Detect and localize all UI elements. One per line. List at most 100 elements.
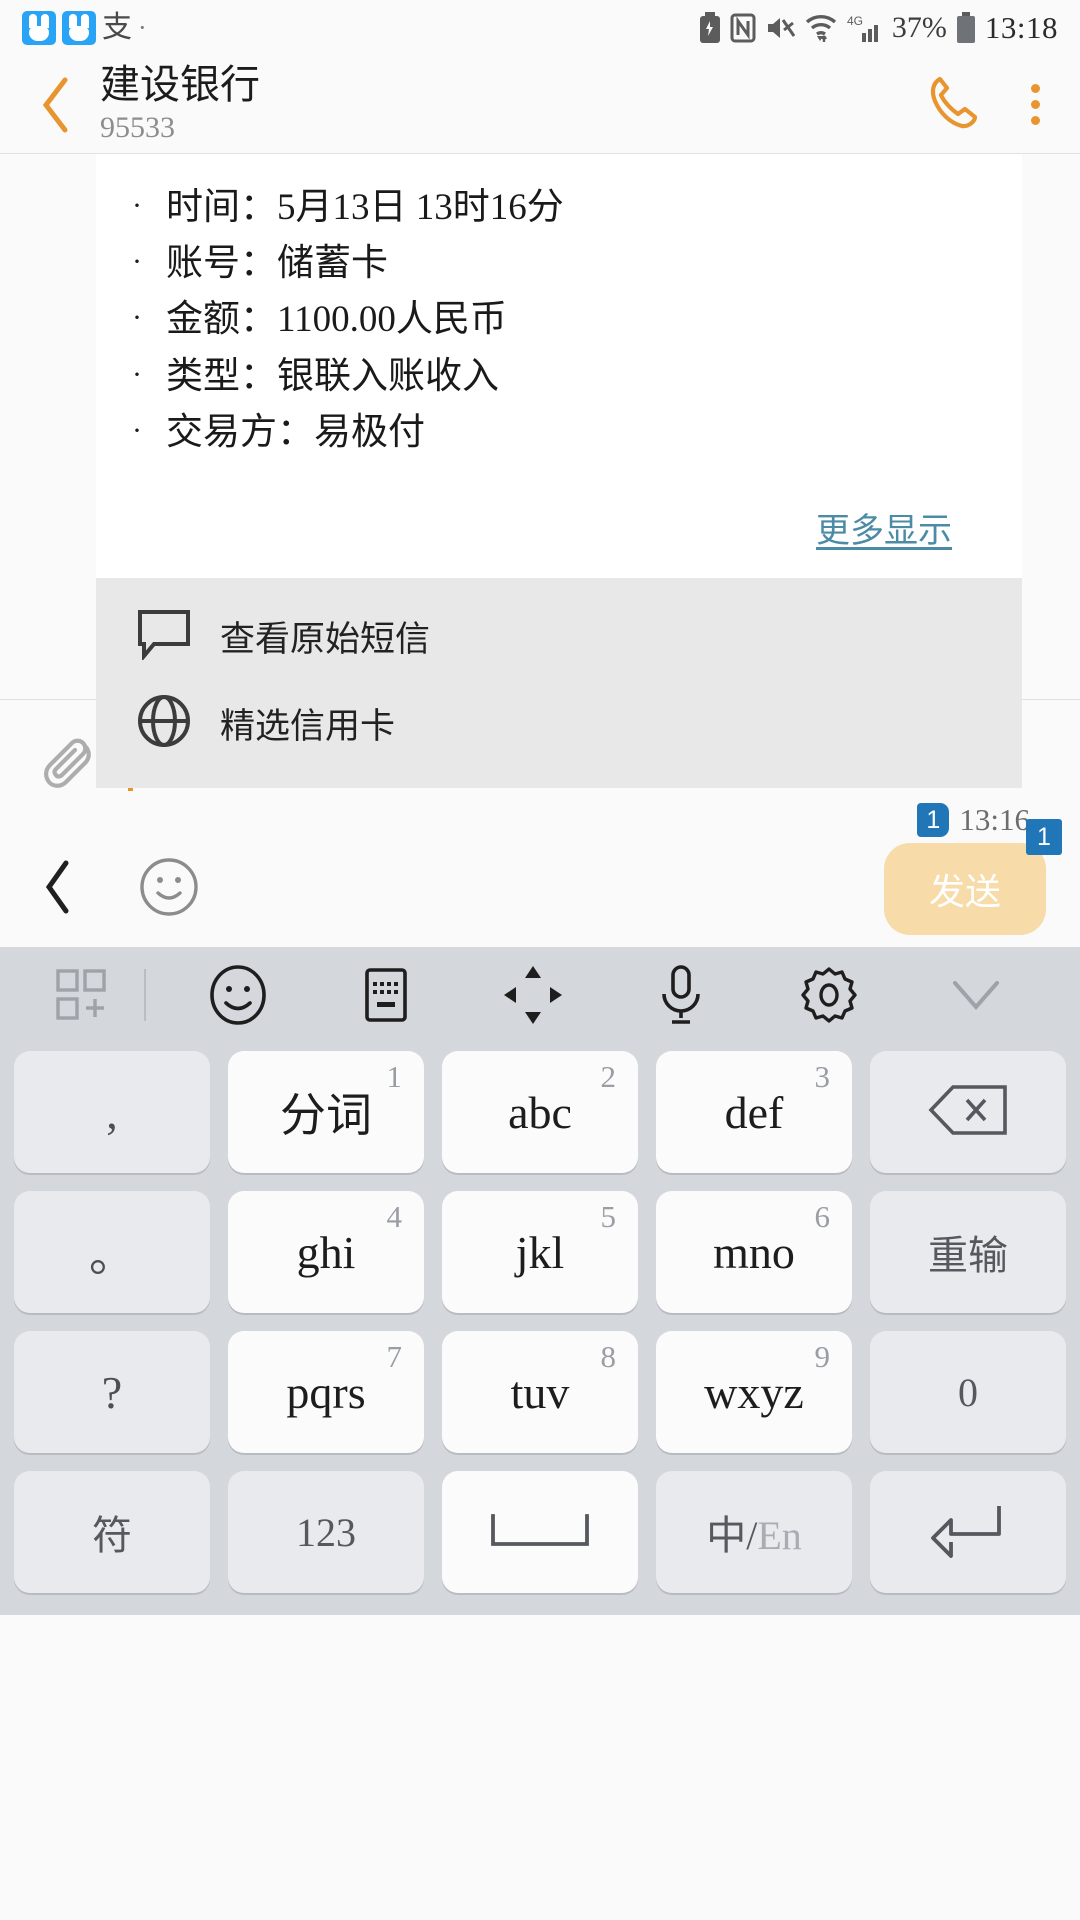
toolbar-divider (144, 969, 146, 1021)
key-label: 123 (296, 1509, 356, 1555)
key-superscript: 7 (386, 1339, 403, 1374)
gear-icon[interactable] (755, 963, 903, 1027)
retype-key[interactable]: 重输 (870, 1191, 1066, 1313)
header-actions (923, 73, 1054, 136)
page-subtitle: 95533 (100, 110, 175, 144)
key-superscript: 5 (600, 1199, 617, 1234)
zero-key[interactable]: 0 (870, 1331, 1066, 1453)
enter-key[interactable] (870, 1471, 1066, 1593)
clock-label: 13:18 (984, 10, 1058, 45)
message-bubble: · 时间：5月13日 13时16分 · 账号：储蓄卡 · 金额：1100.00人… (96, 154, 1022, 789)
action-featured-credit-card[interactable]: 精选信用卡 (96, 679, 1022, 768)
keypad: , 1 分词 2 abc 3 def 。 4 ghi 5 jkl 6 mno 重… (0, 1043, 1080, 1615)
key-label: tuv (510, 1366, 570, 1418)
space-key[interactable] (442, 1471, 638, 1593)
svg-text:4G: 4G (847, 14, 863, 28)
keyboard: , 1 分词 2 abc 3 def 。 4 ghi 5 jkl 6 mno 重… (0, 947, 1080, 1615)
dpad-arrows-icon[interactable] (459, 962, 607, 1028)
show-more-link[interactable]: 更多显示 (816, 513, 952, 550)
lang-key[interactable]: 中/En (656, 1471, 852, 1593)
collapse-panel-button[interactable] (42, 859, 76, 920)
microphone-icon[interactable] (607, 962, 755, 1028)
key-superscript: 3 (814, 1059, 831, 1094)
smiley-icon[interactable] (164, 963, 312, 1027)
key-label: , (106, 1086, 118, 1138)
grid-add-icon[interactable] (30, 968, 134, 1022)
battery-saver-icon (699, 12, 721, 44)
send-sim-badge: 1 (1026, 819, 1062, 855)
notification-square-icon (62, 11, 96, 45)
nfc-icon (730, 13, 756, 43)
bullet-icon: · (132, 245, 142, 279)
mute-icon (765, 14, 795, 42)
signal-4g-icon: 4G (847, 13, 883, 43)
key-label: pqrs (286, 1366, 366, 1418)
list-item: · 交易方：易极付 (132, 405, 986, 461)
keypad-row: , 1 分词 2 abc 3 def (14, 1051, 1066, 1173)
fenci-key[interactable]: 1 分词 (228, 1051, 424, 1173)
key-label: 0 (958, 1369, 978, 1415)
keypad-row: 。 4 ghi 5 jkl 6 mno 重输 (14, 1191, 1066, 1313)
page-title: 建设银行 (100, 62, 260, 108)
jkl-key[interactable]: 5 jkl (442, 1191, 638, 1313)
comma-key[interactable]: , (14, 1051, 210, 1173)
keyboard-icon[interactable] (312, 964, 460, 1026)
wifi-icon (804, 13, 838, 43)
chevron-down-icon[interactable] (902, 975, 1050, 1015)
compose-toolbar-row: 发送 1 (0, 819, 1080, 947)
status-bar-left: 支 · (22, 11, 147, 45)
phone-icon[interactable] (923, 73, 981, 136)
wxyz-key[interactable]: 9 wxyz (656, 1331, 852, 1453)
question-key[interactable]: ? (14, 1331, 210, 1453)
pqrs-key[interactable]: 7 pqrs (228, 1331, 424, 1453)
backspace-key[interactable] (870, 1051, 1066, 1173)
keypad-row: 符 123 中/En (14, 1471, 1066, 1593)
action-view-original-sms[interactable]: 查看原始短信 (96, 594, 1022, 679)
key-superscript: 4 (386, 1199, 403, 1234)
key-superscript: 9 (814, 1339, 831, 1374)
keypad-row: ? 7 pqrs 8 tuv 9 wxyz 0 (14, 1331, 1066, 1453)
bullet-icon: · (132, 413, 142, 447)
list-item-label: 时间：5月13日 13时16分 (166, 187, 564, 228)
key-label: wxyz (704, 1366, 804, 1418)
key-label: ? (101, 1366, 123, 1418)
lang-key-cn: 中/ (706, 1513, 758, 1558)
key-superscript: 8 (600, 1339, 617, 1374)
symbols-key[interactable]: 符 (14, 1471, 210, 1593)
send-button-wrapper: 发送 1 (884, 819, 1062, 935)
key-label: def (724, 1086, 784, 1138)
conversation-area: · 时间：5月13日 13时16分 · 账号：储蓄卡 · 金额：1100.00人… (0, 154, 1080, 838)
kebab-menu-icon[interactable] (1017, 78, 1054, 131)
key-superscript: 6 (814, 1199, 831, 1234)
alipay-icon: 支 (102, 11, 132, 44)
period-key[interactable]: 。 (14, 1191, 210, 1313)
key-label: 中/En (706, 1503, 802, 1561)
enter-icon (929, 1500, 1007, 1565)
list-item-label: 类型：银联入账收入 (166, 355, 499, 397)
action-label: 精选信用卡 (220, 707, 396, 747)
key-superscript: 2 (600, 1059, 617, 1094)
ghi-key[interactable]: 4 ghi (228, 1191, 424, 1313)
key-label: 分词 (280, 1090, 372, 1141)
tuv-key[interactable]: 8 tuv (442, 1331, 638, 1453)
mno-key[interactable]: 6 mno (656, 1191, 852, 1313)
emoji-button[interactable] (138, 856, 200, 923)
key-label: 。 (89, 1230, 135, 1281)
battery-icon (956, 12, 976, 44)
battery-percent-label: 37% (891, 11, 947, 44)
abc-key[interactable]: 2 abc (442, 1051, 638, 1173)
notification-square-icon (22, 11, 56, 45)
app-header: 建设银行 95533 (0, 56, 1080, 154)
show-more-row: 更多显示 (132, 461, 986, 578)
dot-icon: · (138, 13, 147, 42)
back-button[interactable] (34, 76, 78, 134)
action-label: 查看原始短信 (220, 620, 431, 660)
status-bar-right: 4G 37% 13:18 (699, 10, 1058, 46)
numeric-key[interactable]: 123 (228, 1471, 424, 1593)
chat-bubble-icon (136, 608, 192, 665)
send-button[interactable]: 发送 (884, 843, 1046, 935)
key-label: abc (508, 1086, 572, 1138)
def-key[interactable]: 3 def (656, 1051, 852, 1173)
list-item: · 账号：储蓄卡 (132, 236, 986, 292)
space-bar-icon (487, 1508, 593, 1557)
